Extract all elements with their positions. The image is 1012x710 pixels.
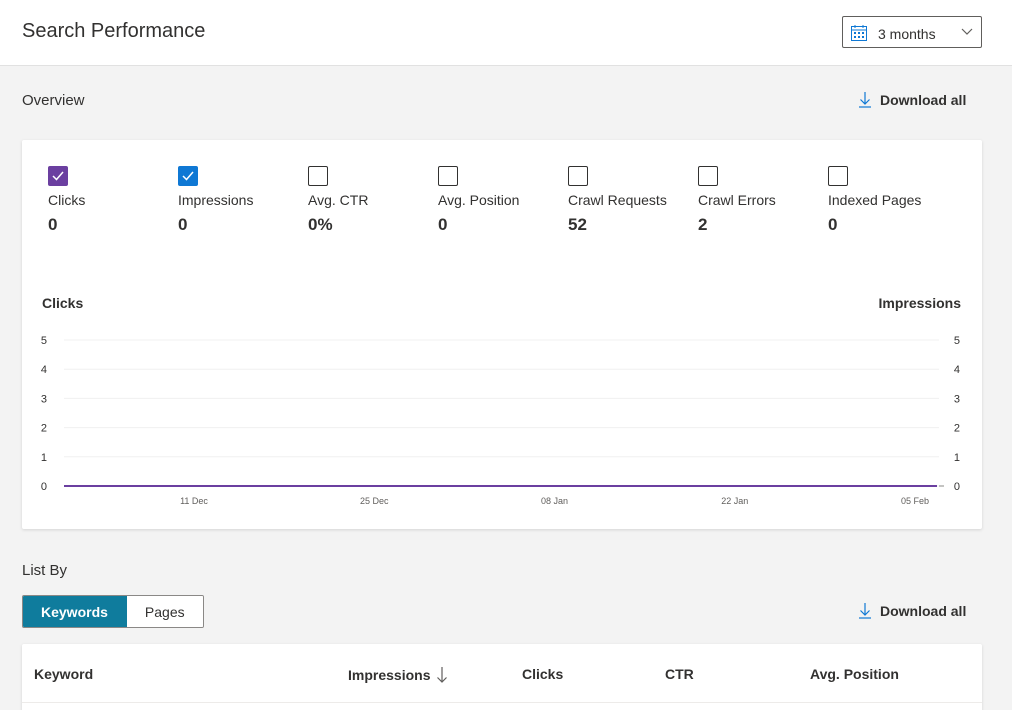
- left-axis-title: Clicks: [42, 295, 84, 311]
- performance-chart: 0 0 1 1 2 2 3 3 4 4 5 5 11 Dec 25 Dec 08 Jan 22 Jan 05 F…: [41, 335, 960, 506]
- overview-title: Overview: [22, 92, 85, 109]
- metric-checkbox[interactable]: [698, 166, 718, 186]
- page-title: Search Performance: [22, 20, 206, 42]
- column-header-label: Clicks: [522, 666, 564, 682]
- column-header-keyword[interactable]: Keyword: [34, 666, 93, 682]
- download-icon: [859, 603, 871, 619]
- column-header-ctr[interactable]: CTR: [665, 666, 694, 682]
- metric-label: Avg. Position: [438, 192, 520, 208]
- column-header-label: Keyword: [34, 666, 94, 682]
- y-tick-label-right: 5: [954, 335, 960, 347]
- metric-value: 0: [828, 215, 838, 234]
- metric-value: 0: [178, 215, 188, 234]
- right-axis-title: Impressions: [878, 295, 961, 311]
- sort-descending-icon: [437, 667, 448, 683]
- metric-checkbox[interactable]: [308, 166, 328, 186]
- metric-label: Indexed Pages: [828, 192, 922, 208]
- metric-value: 0: [438, 215, 448, 234]
- pages-tab[interactable]: Pages: [126, 596, 203, 627]
- column-header-clicks[interactable]: Clicks: [522, 666, 563, 682]
- metric-value: 0%: [308, 215, 333, 234]
- metric-value: 0: [48, 215, 58, 234]
- y-tick-label-left: 0: [41, 481, 47, 493]
- download-all-label: Download all: [880, 603, 967, 619]
- metric-value: 2: [698, 215, 708, 234]
- x-tick-label: 05 Feb: [901, 496, 929, 506]
- download-icon: [859, 92, 871, 108]
- column-header-label: CTR: [665, 666, 694, 682]
- keywords-table: Keyword Impressions Clicks CTR Avg. Posi…: [22, 644, 982, 710]
- checkmark-icon: [52, 171, 64, 181]
- y-tick-label-right: 3: [954, 393, 960, 405]
- download-all-button[interactable]: Download all: [858, 92, 966, 108]
- column-header-avg-position[interactable]: Avg. Position: [810, 666, 899, 682]
- y-tick-label-right: 0: [954, 481, 960, 493]
- metric-label: Crawl Requests: [568, 192, 667, 208]
- overview-card: Clicks 0 Impressions 0 Avg. CTR 0% Avg. Positi…: [22, 140, 982, 529]
- x-tick-label: 08 Jan: [541, 496, 568, 506]
- date-range-value: 3 months: [878, 26, 936, 42]
- y-tick-label-right: 2: [954, 423, 960, 435]
- metric-label: Clicks: [48, 192, 86, 208]
- keywords-tab[interactable]: Keywords: [23, 596, 127, 627]
- chevron-down-icon: [961, 28, 973, 35]
- y-tick-label-right: 4: [954, 364, 960, 376]
- column-header-impressions[interactable]: Impressions: [348, 666, 448, 684]
- column-header-label: Avg. Position: [810, 666, 899, 682]
- metric-checkbox[interactable]: [568, 166, 588, 186]
- metric-label: Impressions: [178, 192, 254, 208]
- y-tick-label-left: 5: [41, 335, 47, 347]
- download-all-list-button[interactable]: Download all: [858, 603, 966, 619]
- column-header-label: Impressions: [348, 667, 431, 683]
- checkmark-icon: [182, 171, 194, 181]
- x-tick-label: 22 Jan: [721, 496, 748, 506]
- calendar-icon: [851, 25, 867, 41]
- metric-label: Crawl Errors: [698, 192, 776, 208]
- metric-checkbox[interactable]: [828, 166, 848, 186]
- metric-clicks[interactable]: Clicks 0: [48, 166, 173, 235]
- date-range-dropdown[interactable]: 3 months: [842, 16, 982, 48]
- y-tick-label-left: 3: [41, 393, 47, 405]
- y-tick-label-left: 4: [41, 364, 47, 376]
- y-tick-label-left: 2: [41, 423, 47, 435]
- y-tick-label-right: 1: [954, 452, 960, 464]
- metric-value: 52: [568, 215, 587, 234]
- metric-checkbox[interactable]: [48, 166, 68, 186]
- metric-crawl-requests[interactable]: Crawl Requests 52: [568, 166, 693, 235]
- x-tick-label: 25 Dec: [360, 496, 389, 506]
- table-header-divider: [22, 702, 982, 703]
- metric-avg-ctr[interactable]: Avg. CTR 0%: [308, 166, 433, 235]
- metric-label: Avg. CTR: [308, 192, 369, 208]
- metric-indexed-pages[interactable]: Indexed Pages 0: [828, 166, 953, 235]
- page-header: Search Performance 3 months: [0, 0, 1012, 66]
- list-by-title: List By: [22, 562, 68, 579]
- metric-checkbox[interactable]: [438, 166, 458, 186]
- metric-checkbox[interactable]: [178, 166, 198, 186]
- y-tick-label-left: 1: [41, 452, 47, 464]
- metric-impressions[interactable]: Impressions 0: [178, 166, 303, 235]
- metric-avg-position[interactable]: Avg. Position 0: [438, 166, 563, 235]
- metric-crawl-errors[interactable]: Crawl Errors 2: [698, 166, 823, 235]
- download-all-label: Download all: [880, 92, 967, 108]
- x-tick-label: 11 Dec: [180, 496, 208, 506]
- list-by-toggle: Keywords Pages: [22, 595, 204, 628]
